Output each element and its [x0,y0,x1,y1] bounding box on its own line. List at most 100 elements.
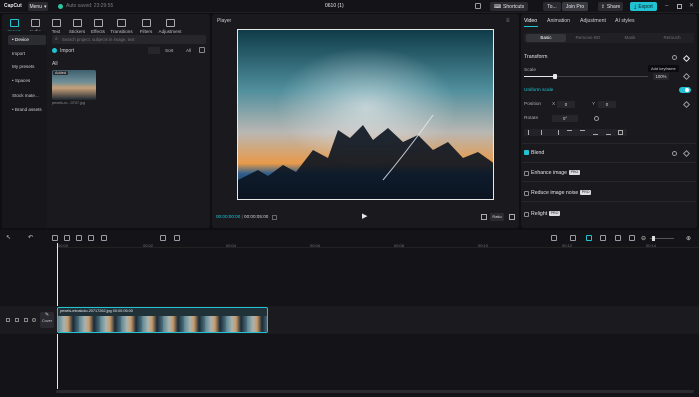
preview-axis-icon[interactable] [615,235,621,241]
auto-snap-icon[interactable] [586,235,592,241]
media-asset-thumbnail[interactable]: Added [52,70,96,100]
minimize-icon[interactable]: – [665,0,668,13]
main-track-magnet-icon[interactable] [570,235,576,241]
reset-transform-icon[interactable] [672,55,677,60]
sidebar-item-device[interactable]: • Device [8,35,46,45]
import-media-label: Import [60,48,75,54]
current-time: 00:00:00:00 [216,214,241,219]
split-right-icon[interactable] [76,235,82,241]
microphone-icon[interactable] [551,235,557,241]
subtab-retouch[interactable]: Retouch [652,34,692,42]
list-view-icon[interactable] [199,47,205,53]
filter-button[interactable]: All [186,48,191,53]
delete-icon[interactable] [88,235,94,241]
enhance-checkbox[interactable] [524,171,529,176]
player-timecode: 00:00:00:00 | 00:00:05:00 [216,214,269,219]
cover-button[interactable]: ✎ Cover [40,312,54,328]
view-toggle-icon[interactable] [148,47,160,54]
chevron-down-icon: ▾ [44,3,47,10]
blend-checkbox[interactable] [524,150,529,155]
sidebar-item-stock[interactable]: Stock mate... [8,91,46,101]
distribute-icon[interactable] [606,130,611,135]
crop-icon[interactable] [481,214,487,220]
split-icon[interactable] [52,235,58,241]
pro-badge: PRO [580,190,592,196]
clip-label: pexels-minakolo-20717262.jpg 00:00:05:00 [60,309,133,313]
pro-badge: PRO [569,170,580,176]
total-time: 00:00:05:00 [244,214,269,219]
fit-icon[interactable] [618,130,623,135]
ruler-label: 00:02 [143,243,154,248]
search-input[interactable]: ⌕ Search project, subjects in image, tex… [52,35,206,44]
shortcuts-button[interactable]: ⌨ Shortcuts [490,2,528,11]
subtab-mask[interactable]: Mask [610,34,650,42]
link-icon[interactable] [600,235,606,241]
align-center-h-icon[interactable] [541,130,546,135]
play-icon[interactable]: ▶ [362,212,367,220]
timeline-settings-icon[interactable]: ⊕ [686,235,691,242]
tab-ai-styles[interactable]: AI styles [615,14,635,28]
import-circle-icon [52,48,57,54]
fullscreen-icon[interactable] [509,214,515,220]
reset-blend-icon[interactable] [672,151,677,156]
sidebar-item-presets[interactable]: My presets [8,62,46,72]
position-x-input[interactable]: 0 [557,101,575,108]
rotate-icon[interactable] [160,235,166,241]
zoom-fit-icon[interactable] [629,235,635,241]
align-middle-icon[interactable] [580,130,585,135]
import-media-button[interactable]: Import [52,48,74,54]
share-label: Share [606,3,621,10]
noise-checkbox[interactable] [524,191,529,196]
align-bottom-icon[interactable] [593,130,598,135]
menu-button[interactable]: Menu ▾ [28,2,48,11]
marker-icon[interactable] [101,235,107,241]
blend-title: Blend [531,150,545,156]
ruler-label: 00:14 [646,243,657,248]
audio-icon [30,19,40,27]
zoom-out-icon[interactable]: ⊖ [641,235,646,242]
subtab-remove-bg[interactable]: Remove BG [568,34,608,42]
undo-icon[interactable]: ↶ [28,235,34,241]
safe-zone-icon[interactable] [272,215,277,220]
subtab-basic[interactable]: Basic [526,34,566,42]
align-left-icon[interactable] [528,130,533,135]
align-top-icon[interactable] [567,130,572,135]
maximize-icon[interactable] [677,4,682,9]
zoom-slider-handle[interactable] [652,236,655,241]
close-icon[interactable]: ✕ [689,0,694,13]
split-left-icon[interactable] [64,235,70,241]
scale-value[interactable]: 100% [653,73,669,80]
relight-checkbox[interactable] [524,212,529,217]
layout-icon[interactable] [475,3,481,9]
rotate-dial-icon[interactable] [594,116,599,121]
tab-effects-label: Effects [91,29,105,34]
rotate-input[interactable]: 0° [552,115,578,122]
video-clip[interactable]: pexels-minakolo-20717262.jpg 00:00:05:00 [57,307,268,333]
video-preview[interactable] [237,29,494,200]
player-menu-icon[interactable]: ≡ [506,18,510,24]
sidebar-item-spaces[interactable]: • Spaces [8,76,46,86]
uniform-scale-toggle[interactable] [679,87,691,93]
scale-slider-handle[interactable] [553,74,557,79]
track-lock-icon[interactable] [6,318,10,322]
tab-adjustment-props[interactable]: Adjustment [580,14,606,28]
track-more-icon[interactable] [32,318,36,322]
timeline-scrollbar[interactable] [56,390,694,393]
export-button[interactable]: ⤓ Export [630,2,657,11]
sort-button[interactable]: Sort [165,48,173,53]
ruler-label: 00:08 [394,243,405,248]
track-hide-icon[interactable] [15,318,19,322]
track-audio-icon[interactable] [24,318,28,322]
select-tool-icon[interactable]: ↖ [6,235,12,241]
join-pro-button[interactable]: Join Pro [562,2,588,11]
noise-label: Reduce image noise [531,190,579,196]
share-button[interactable]: ⇪ Share [598,2,623,11]
sidebar-item-brand[interactable]: • Brand assets [8,105,46,115]
account-button[interactable]: To... [543,2,561,11]
position-y-input[interactable]: 0 [598,101,616,108]
ratio-button[interactable]: Ratio [490,213,504,221]
crop-timeline-icon[interactable] [174,235,180,241]
tab-animation[interactable]: Animation [547,14,570,28]
align-right-icon[interactable] [554,130,559,135]
sidebar-item-import[interactable]: Import [8,49,46,59]
